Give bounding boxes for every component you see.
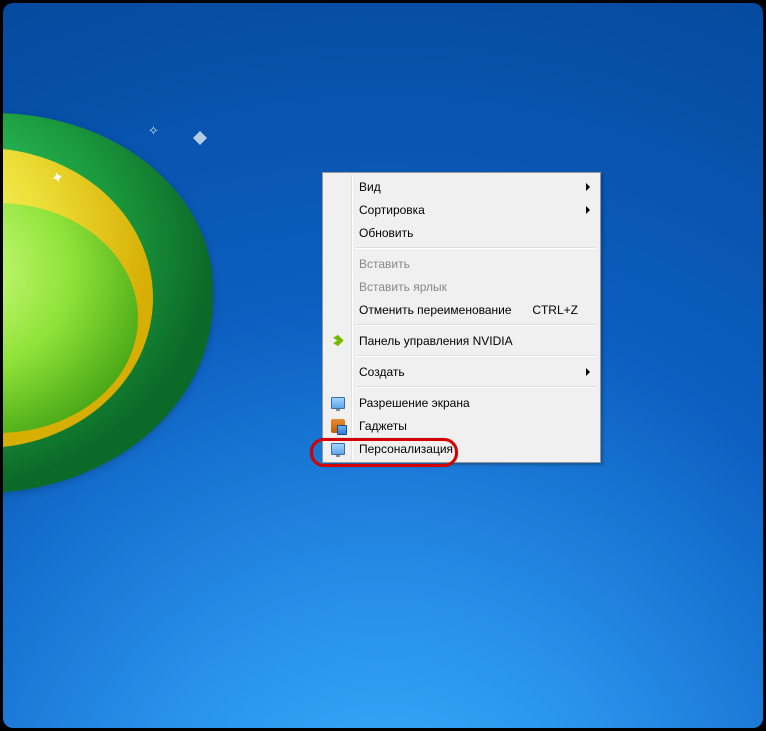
menu-item-paste: Вставить [325,252,598,275]
menu-item-new[interactable]: Создать [325,360,598,383]
menu-item-sort[interactable]: Сортировка [325,198,598,221]
menu-label: Персонализация [359,442,453,456]
menu-item-personalize[interactable]: Персонализация [325,437,598,460]
submenu-arrow-icon [586,368,590,376]
gadget-icon [330,418,346,434]
monitor-icon [330,395,346,411]
menu-item-screen-resolution[interactable]: Разрешение экрана [325,391,598,414]
menu-label: Сортировка [359,203,425,217]
menu-label: Гаджеты [359,419,407,433]
menu-label: Обновить [359,226,413,240]
menu-label: Разрешение экрана [359,396,470,410]
menu-item-gadgets[interactable]: Гаджеты [325,414,598,437]
menu-separator [355,355,596,357]
desktop-area[interactable]: ✦ ✧ Вид Сортировка Обновить Вставить Вст… [3,3,763,728]
monitor-icon [330,441,346,457]
menu-separator [355,386,596,388]
menu-label: Создать [359,365,405,379]
menu-item-nvidia[interactable]: Панель управления NVIDIA [325,329,598,352]
menu-label: Отменить переименование [359,303,512,317]
menu-label: Вставить ярлык [359,280,447,294]
menu-label: Панель управления NVIDIA [359,334,513,348]
menu-separator [355,324,596,326]
menu-label: Вид [359,180,381,194]
menu-separator [355,247,596,249]
menu-item-paste-shortcut: Вставить ярлык [325,275,598,298]
nvidia-icon [330,333,346,349]
menu-label: Вставить [359,257,410,271]
menu-item-refresh[interactable]: Обновить [325,221,598,244]
submenu-arrow-icon [586,206,590,214]
desktop-context-menu: Вид Сортировка Обновить Вставить Вставит… [322,172,601,463]
light-decoration: ✧ [148,123,159,139]
wallpaper-decoration [3,113,213,493]
menu-shortcut: CTRL+Z [532,303,578,317]
menu-item-undo-rename[interactable]: Отменить переименование CTRL+Z [325,298,598,321]
submenu-arrow-icon [586,183,590,191]
menu-item-view[interactable]: Вид [325,175,598,198]
